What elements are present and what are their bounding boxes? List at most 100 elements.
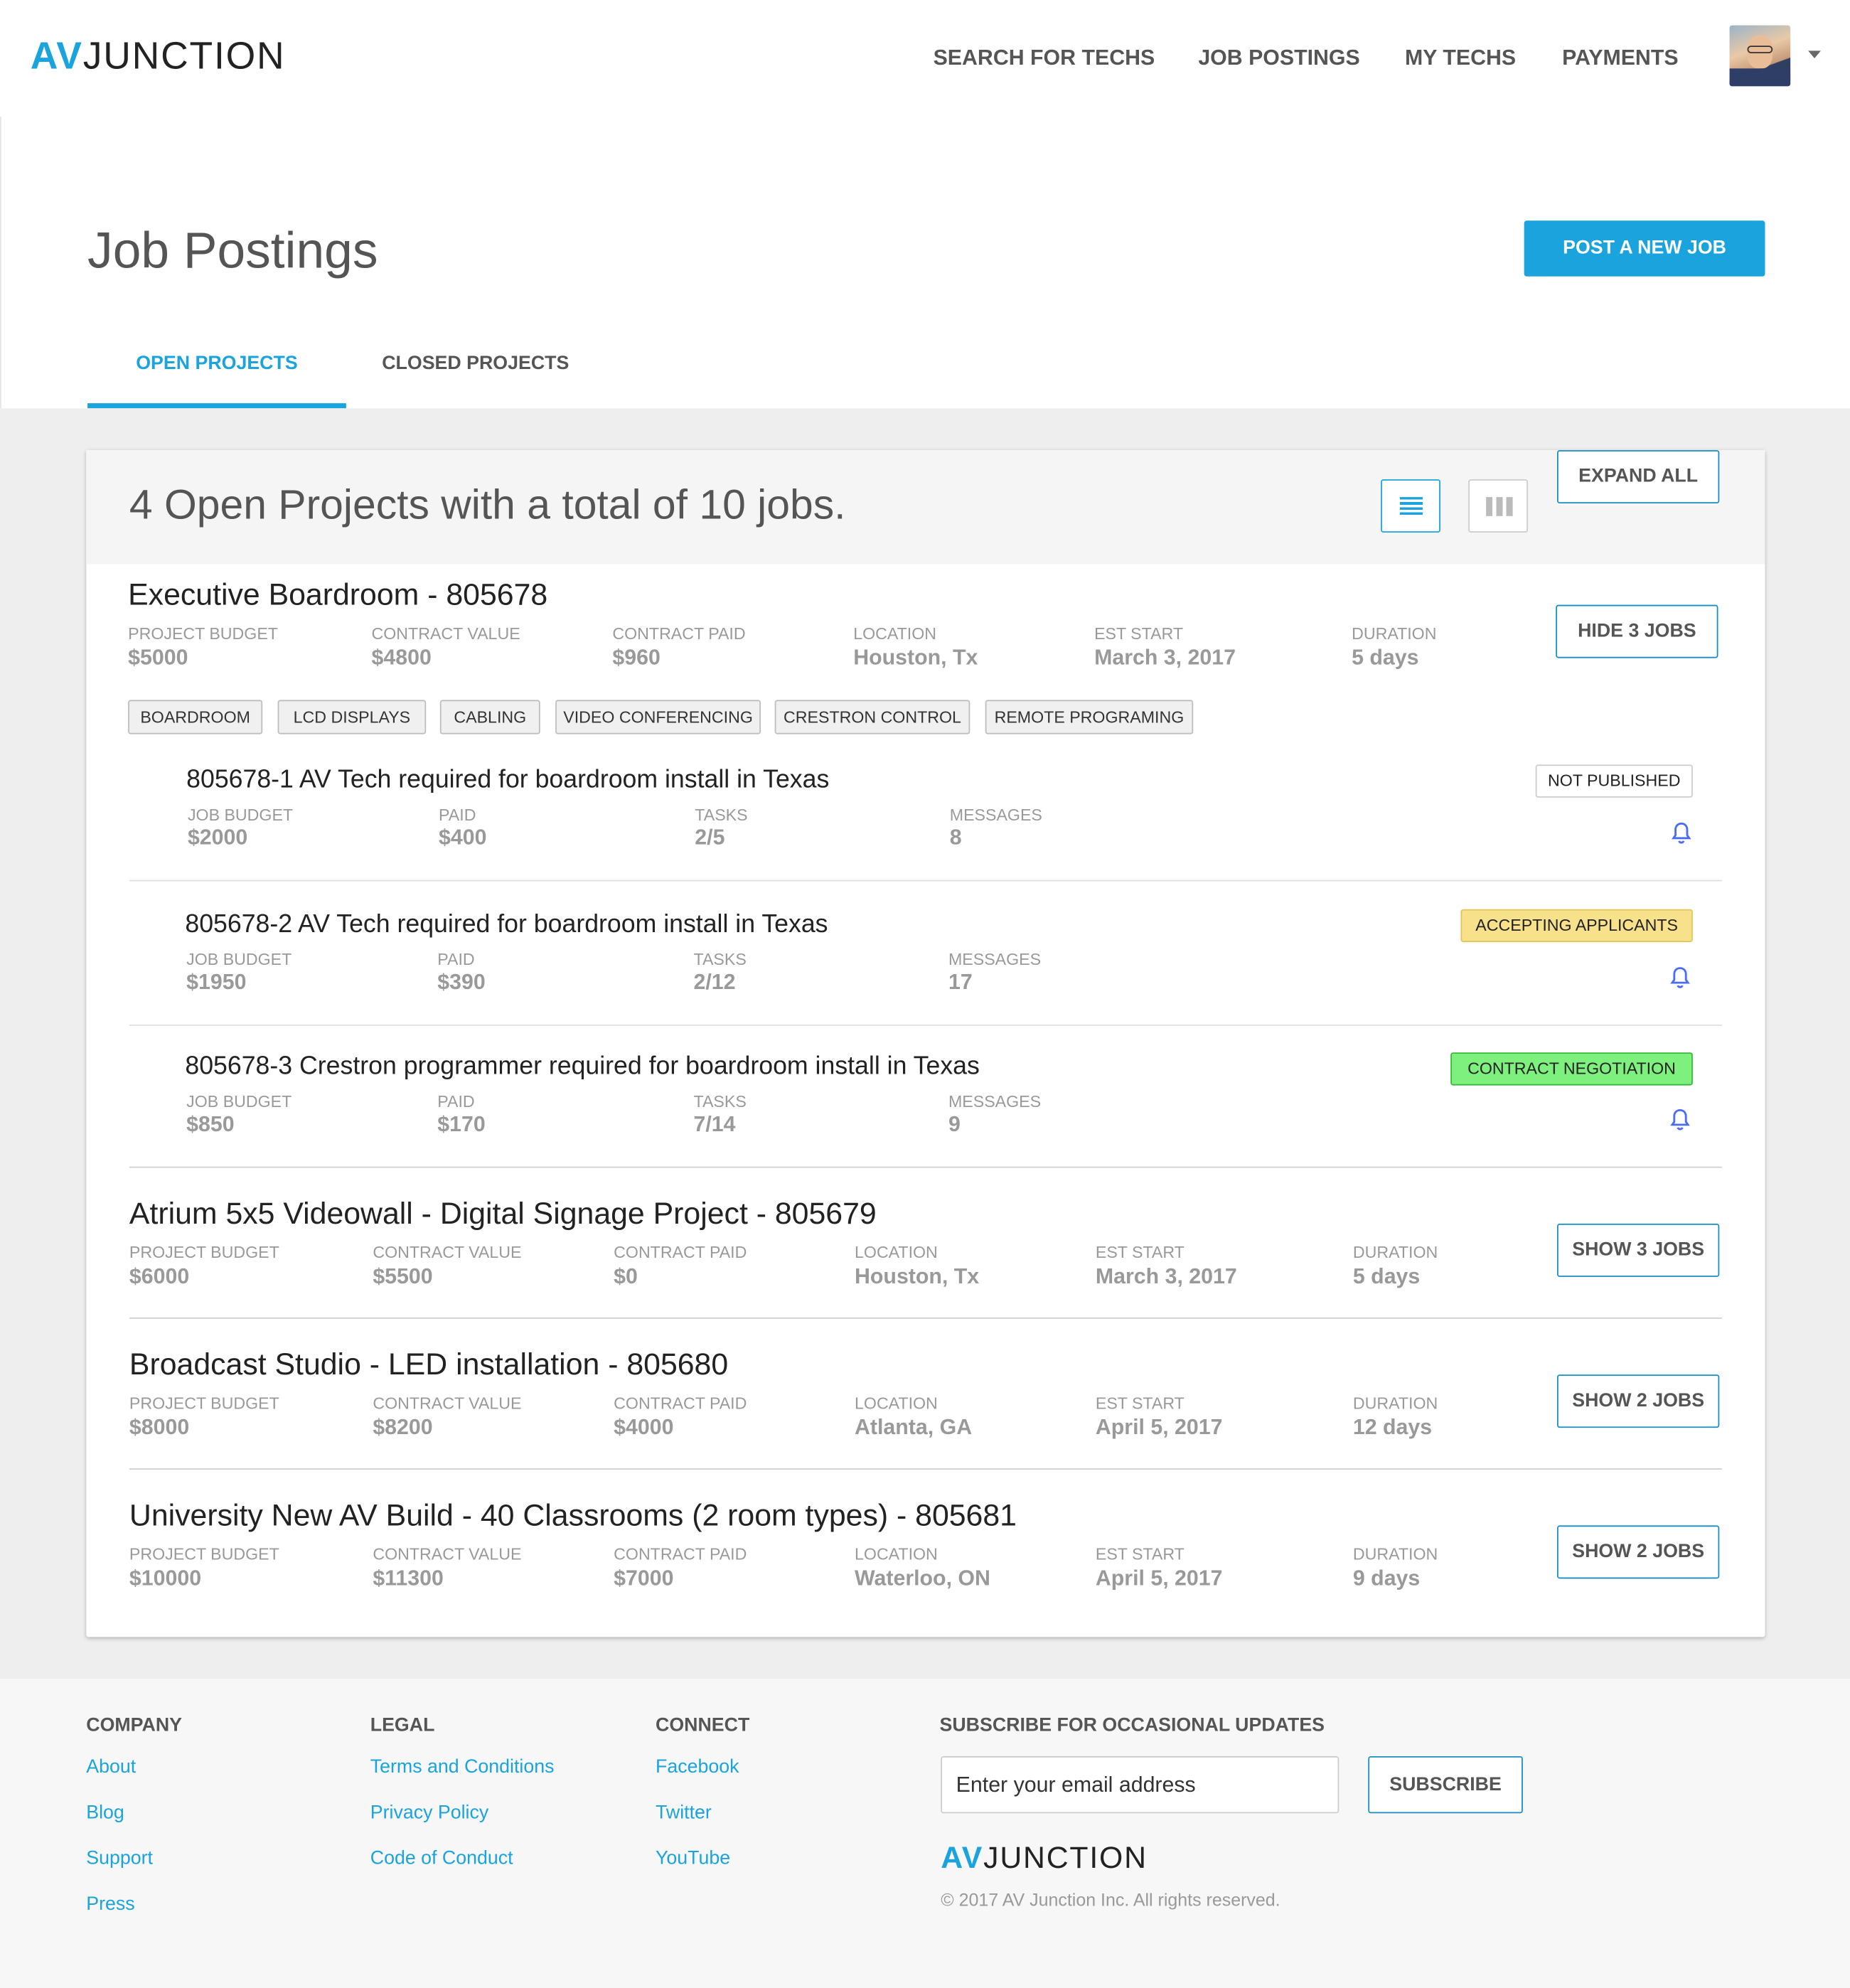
list-view-icon (1399, 497, 1423, 515)
projects-card: 4 Open Projects with a total of 10 jobs.… (86, 450, 1765, 1637)
contract-paid-label: CONTRACT PAID (614, 1242, 747, 1262)
job-title[interactable]: 805678-1 AV Tech required for boardroom … (186, 766, 829, 795)
nav-job-postings[interactable]: JOB POSTINGS (1198, 46, 1359, 71)
duration-value: 5 days (1352, 1264, 1421, 1288)
paid-label: PAID (437, 1091, 475, 1111)
project-title[interactable]: Atrium 5x5 Videowall - Digital Signage P… (129, 1197, 877, 1233)
status-badge: ACCEPTING APPLICANTS (1460, 909, 1693, 943)
contract-value-label: CONTRACT VALUE (373, 1393, 522, 1413)
footer-legal-heading: LEGAL (370, 1714, 435, 1736)
duration-label: DURATION (1352, 1242, 1438, 1262)
footer-logo-av: AV (941, 1841, 984, 1876)
tasks-label: TASKS (695, 805, 748, 825)
duration-value: 5 days (1352, 645, 1419, 670)
tasks-value: 2/12 (693, 970, 736, 995)
nav-my-techs[interactable]: MY TECHS (1405, 46, 1516, 71)
tag-lcd-displays: LCD DISPLAYS (277, 700, 427, 734)
bell-icon[interactable] (1670, 966, 1691, 989)
footer-link-twitter[interactable]: Twitter (656, 1802, 712, 1823)
messages-value: 8 (949, 825, 962, 850)
footer-link-youtube[interactable]: YouTube (656, 1847, 730, 1869)
messages-label: MESSAGES (949, 805, 1042, 825)
hide-jobs-button[interactable]: HIDE 3 JOBS (1556, 604, 1718, 658)
show-jobs-button[interactable]: SHOW 2 JOBS (1557, 1374, 1720, 1428)
logo-junction: JUNCTION (82, 35, 286, 78)
expand-all-button[interactable]: EXPAND ALL (1557, 450, 1720, 504)
footer-link-press[interactable]: Press (86, 1893, 134, 1915)
logo[interactable]: AVJUNCTION (31, 36, 286, 79)
est-start-label: EST START (1095, 1393, 1185, 1413)
show-jobs-button[interactable]: SHOW 2 JOBS (1557, 1525, 1720, 1579)
contract-paid-label: CONTRACT PAID (614, 1393, 747, 1413)
contract-paid-value: $7000 (614, 1566, 674, 1591)
post-new-job-button[interactable]: POST A NEW JOB (1524, 220, 1765, 277)
logo-av: AV (30, 35, 83, 78)
project-budget-label: PROJECT BUDGET (129, 1242, 279, 1262)
project-budget-label: PROJECT BUDGET (129, 1393, 279, 1413)
tab-closed-projects[interactable]: CLOSED PROJECTS (346, 353, 605, 374)
job-budget-label: JOB BUDGET (186, 949, 292, 969)
show-jobs-button[interactable]: SHOW 3 JOBS (1557, 1223, 1720, 1277)
project-title[interactable]: Executive Boardroom - 805678 (128, 578, 547, 614)
tag-crestron-control: CRESTRON CONTROL (774, 700, 971, 734)
job-title[interactable]: 805678-3 Crestron programmer required fo… (185, 1052, 979, 1081)
email-field[interactable] (941, 1756, 1340, 1814)
bell-icon[interactable] (1672, 822, 1692, 845)
project-title[interactable]: Broadcast Studio - LED installation - 80… (129, 1348, 728, 1384)
project-budget-value: $8000 (129, 1415, 190, 1440)
tab-open-projects[interactable]: OPEN PROJECTS (87, 353, 346, 374)
duration-value: 9 days (1352, 1566, 1421, 1591)
footer-link-terms[interactable]: Terms and Conditions (370, 1756, 555, 1778)
footer: COMPANY About Blog Support Press LEGAL T… (0, 1679, 1850, 1988)
tag-remote-programing: REMOTE PROGRAMING (985, 700, 1194, 734)
duration-label: DURATION (1352, 624, 1437, 643)
project-divider (129, 1468, 1722, 1470)
project-title[interactable]: University New AV Build - 40 Classrooms … (129, 1499, 1017, 1534)
paid-label: PAID (437, 949, 475, 969)
projects-summary: 4 Open Projects with a total of 10 jobs. (129, 480, 846, 528)
subscribe-button[interactable]: SUBSCRIBE (1368, 1756, 1523, 1814)
footer-link-facebook[interactable]: Facebook (656, 1756, 739, 1778)
footer-link-support[interactable]: Support (86, 1847, 153, 1869)
contract-value-label: CONTRACT VALUE (373, 1242, 522, 1262)
contract-paid-label: CONTRACT PAID (614, 1544, 747, 1564)
job-title[interactable]: 805678-2 AV Tech required for boardroom … (185, 910, 828, 939)
chevron-down-icon[interactable] (1808, 50, 1821, 59)
location-value: Houston, Tx (853, 645, 978, 670)
footer-link-privacy[interactable]: Privacy Policy (370, 1802, 488, 1823)
contract-paid-label: CONTRACT PAID (612, 624, 746, 643)
column-view-icon (1486, 497, 1513, 516)
duration-label: DURATION (1352, 1544, 1438, 1564)
list-view-button[interactable] (1381, 479, 1440, 533)
job-budget-label: JOB BUDGET (187, 805, 294, 825)
footer-link-code-of-conduct[interactable]: Code of Conduct (370, 1847, 513, 1869)
subscribe-heading: SUBSCRIBE FOR OCCASIONAL UPDATES (939, 1714, 1325, 1736)
tasks-value: 2/5 (695, 825, 725, 850)
bell-icon[interactable] (1670, 1108, 1691, 1131)
est-start-value: April 5, 2017 (1095, 1566, 1223, 1591)
contract-value-value: $8200 (373, 1415, 433, 1440)
project-divider (129, 1166, 1722, 1168)
job-budget-label: JOB BUDGET (186, 1091, 292, 1111)
contract-value-value: $11300 (373, 1566, 444, 1591)
job-budget-value: $1950 (186, 970, 247, 995)
footer-connect-heading: CONNECT (656, 1714, 750, 1736)
page: AVJUNCTION SEARCH FOR TECHS JOB POSTINGS… (0, 0, 1850, 1988)
column-view-button[interactable] (1468, 479, 1528, 533)
footer-company-heading: COMPANY (86, 1714, 183, 1736)
footer-link-about[interactable]: About (86, 1756, 136, 1778)
footer-logo: AVJUNCTION (941, 1841, 1147, 1876)
contract-value-label: CONTRACT VALUE (371, 624, 520, 643)
nav-payments[interactable]: PAYMENTS (1562, 46, 1678, 71)
contract-paid-value: $4000 (614, 1415, 674, 1440)
job-budget-value: $2000 (187, 825, 248, 850)
est-start-value: April 5, 2017 (1095, 1415, 1223, 1440)
top-navigation-bar: AVJUNCTION SEARCH FOR TECHS JOB POSTINGS… (0, 0, 1850, 117)
footer-link-blog[interactable]: Blog (86, 1802, 124, 1823)
paid-value: $390 (437, 970, 486, 995)
contract-value-value: $5500 (373, 1264, 433, 1288)
location-label: LOCATION (855, 1544, 938, 1564)
avatar[interactable] (1729, 25, 1791, 87)
nav-search-for-techs[interactable]: SEARCH FOR TECHS (934, 46, 1155, 71)
tag-cabling: CABLING (439, 700, 540, 734)
